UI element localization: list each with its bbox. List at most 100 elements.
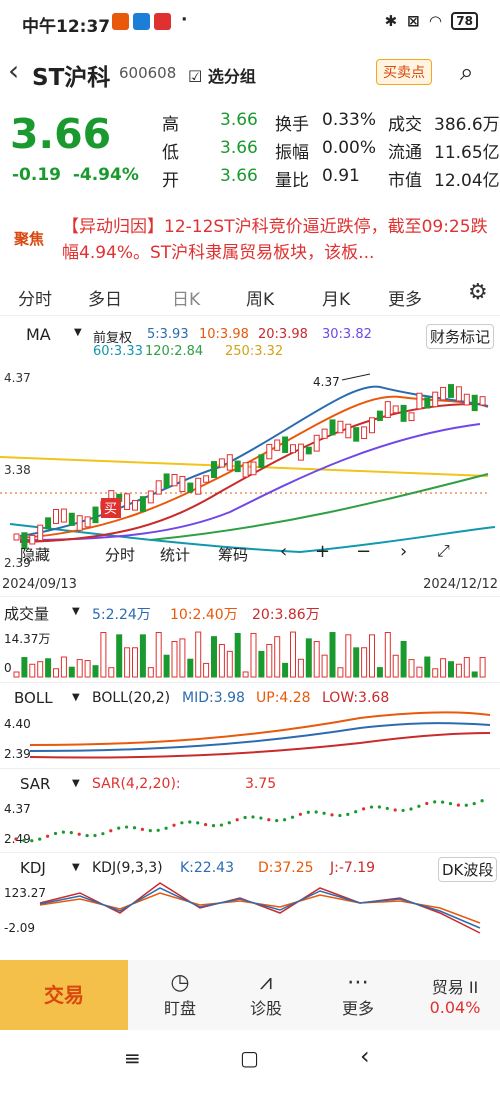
stats-button[interactable]: 统计: [160, 544, 190, 565]
sar-dot: [330, 813, 334, 817]
tab-fenshi[interactable]: 分时: [18, 285, 52, 310]
sar-dot: [164, 826, 168, 830]
quote-value: 0.33%: [322, 110, 377, 130]
sar-dot: [211, 824, 216, 828]
change-value: -0.19: [12, 165, 61, 185]
sar-dot: [322, 811, 326, 815]
settings-gear-icon[interactable]: ⚙: [468, 280, 488, 305]
watch-tab[interactable]: ◷ 盯盘: [150, 970, 210, 1019]
quote-label: 量比: [275, 171, 309, 191]
volume-panel[interactable]: 成交量 ▼ 5:2.24万 10:2.40万 20:3.86万 14.37万 0: [0, 596, 500, 680]
candle: [463, 393, 470, 406]
checkbox-icon: ☑: [188, 67, 208, 86]
volume-bar: [369, 634, 375, 678]
pan-right-button[interactable]: ›: [400, 541, 407, 562]
candle: [250, 461, 257, 476]
zoom-in-button[interactable]: +: [315, 541, 330, 562]
volume-bar: [282, 662, 289, 678]
volume-bar: [250, 632, 257, 678]
boll-panel[interactable]: BOLL ▼ BOLL(20,2) MID:3.98 UP:4.28 LOW:3…: [0, 682, 500, 766]
sar-dot: [480, 799, 484, 803]
sar-dot: [69, 830, 73, 835]
candle: [416, 392, 423, 410]
sar-dot: [188, 820, 192, 824]
menu-icon[interactable]: ≡: [124, 1046, 141, 1070]
sar-dot: [227, 821, 231, 825]
sar-dot: [46, 834, 50, 838]
back-nav-icon[interactable]: ‹: [360, 1042, 370, 1070]
sar-dot: [125, 825, 129, 829]
sar-panel[interactable]: SAR ▼ SAR(4,2,20): 3.75 4.37 2.49: [0, 768, 500, 850]
volume-bar: [408, 659, 415, 678]
trade-button[interactable]: 交易: [0, 960, 128, 1030]
quote-label: 高: [162, 115, 179, 135]
tab-more[interactable]: 更多: [388, 285, 422, 310]
kdj-j-line: [39, 882, 481, 934]
volume-bar: [60, 656, 67, 678]
back-button[interactable]: ‹: [8, 54, 19, 87]
date-axis: 2024/09/13 2024/12/12: [0, 574, 500, 594]
ma-indicator-name[interactable]: MA: [26, 325, 51, 344]
ma-legend: MA ▼ 前复权 5:3.93 10:3.98 20:3.98 30:3.82 …: [0, 320, 500, 362]
ma120: 120:2.84: [145, 344, 204, 359]
search-icon[interactable]: ⌕: [460, 58, 473, 86]
kdj-panel[interactable]: KDJ ▼ KDJ(9,3,3) K:22.43 D:37.25 J:-7.19…: [0, 852, 500, 952]
volume-bar: [297, 658, 304, 678]
candle: [37, 524, 44, 541]
kline-chart[interactable]: 4.37 3.38 2.39 4.37 买 隐藏 分时 统计 筹码 ‹ + − …: [0, 362, 500, 574]
sar-dot: [290, 815, 295, 819]
buy-sell-point-button[interactable]: 买卖点: [376, 59, 432, 85]
candle: [195, 477, 202, 495]
volume-bar: [313, 641, 320, 678]
tab-weekly-k[interactable]: 周K: [246, 285, 274, 310]
tab-monthly-k[interactable]: 月K: [322, 285, 350, 310]
sar-dot: [77, 832, 81, 836]
sar-dot: [338, 813, 342, 818]
sar-dot: [433, 800, 437, 804]
zoom-out-button[interactable]: −: [356, 541, 371, 562]
sar-dot: [369, 805, 374, 809]
sar-dot: [267, 818, 271, 822]
dropdown-icon[interactable]: ▼: [74, 327, 82, 338]
chips-button[interactable]: 筹码: [218, 544, 248, 565]
volume-bar: [132, 647, 138, 678]
volume-bar: [53, 668, 59, 678]
candle: [234, 460, 241, 473]
watchlist-button[interactable]: ☑ 选分组: [188, 63, 256, 87]
mute-icon: ⊠: [407, 12, 420, 30]
kdj-svg: [39, 882, 481, 934]
more-tab[interactable]: ⋯ 更多: [328, 970, 388, 1019]
hide-button[interactable]: 隐藏: [20, 544, 50, 565]
candle: [132, 499, 138, 511]
finance-mark-button[interactable]: 财务标记: [426, 324, 495, 349]
diagnose-tab-label: 诊股: [249, 999, 282, 1018]
sar-dot: [156, 828, 160, 832]
volume-bar: [392, 654, 399, 678]
volume-bar: [92, 665, 99, 678]
wifi-icon: ◠: [429, 12, 442, 30]
quote-value: 3.66: [220, 110, 258, 130]
sar-dot: [22, 838, 26, 843]
sar-dot: [109, 829, 113, 833]
intraday-button[interactable]: 分时: [105, 544, 135, 565]
pan-left-button[interactable]: ‹: [280, 541, 287, 562]
candle: [455, 386, 462, 402]
news-banner[interactable]: 聚焦 【异动归因】12-12ST沪科竞价逼近跌停，截至09:25跌幅4.94%。…: [0, 210, 500, 268]
tab-multiday[interactable]: 多日: [88, 285, 122, 310]
home-icon[interactable]: ▢: [240, 1046, 259, 1070]
sector-tab[interactable]: 贸易 II 0.04%: [410, 970, 500, 1017]
ma30: 30:3.82: [322, 327, 372, 342]
candle: [479, 396, 486, 406]
volume-bar: [45, 658, 52, 678]
tab-daily-k[interactable]: 日K: [172, 285, 200, 310]
volume-bar: [21, 657, 28, 678]
diagnose-tab[interactable]: ⩘ 诊股: [236, 970, 296, 1019]
volume-bar: [37, 661, 44, 678]
date-end: 2024/12/12: [423, 577, 498, 592]
volume-bar: [455, 663, 462, 678]
fullscreen-icon[interactable]: ⤢: [437, 541, 450, 561]
system-nav: ≡ ▢ ‹: [0, 1030, 500, 1093]
sar-dot: [148, 829, 152, 833]
sar-dot: [275, 819, 279, 823]
candle: [274, 439, 281, 451]
